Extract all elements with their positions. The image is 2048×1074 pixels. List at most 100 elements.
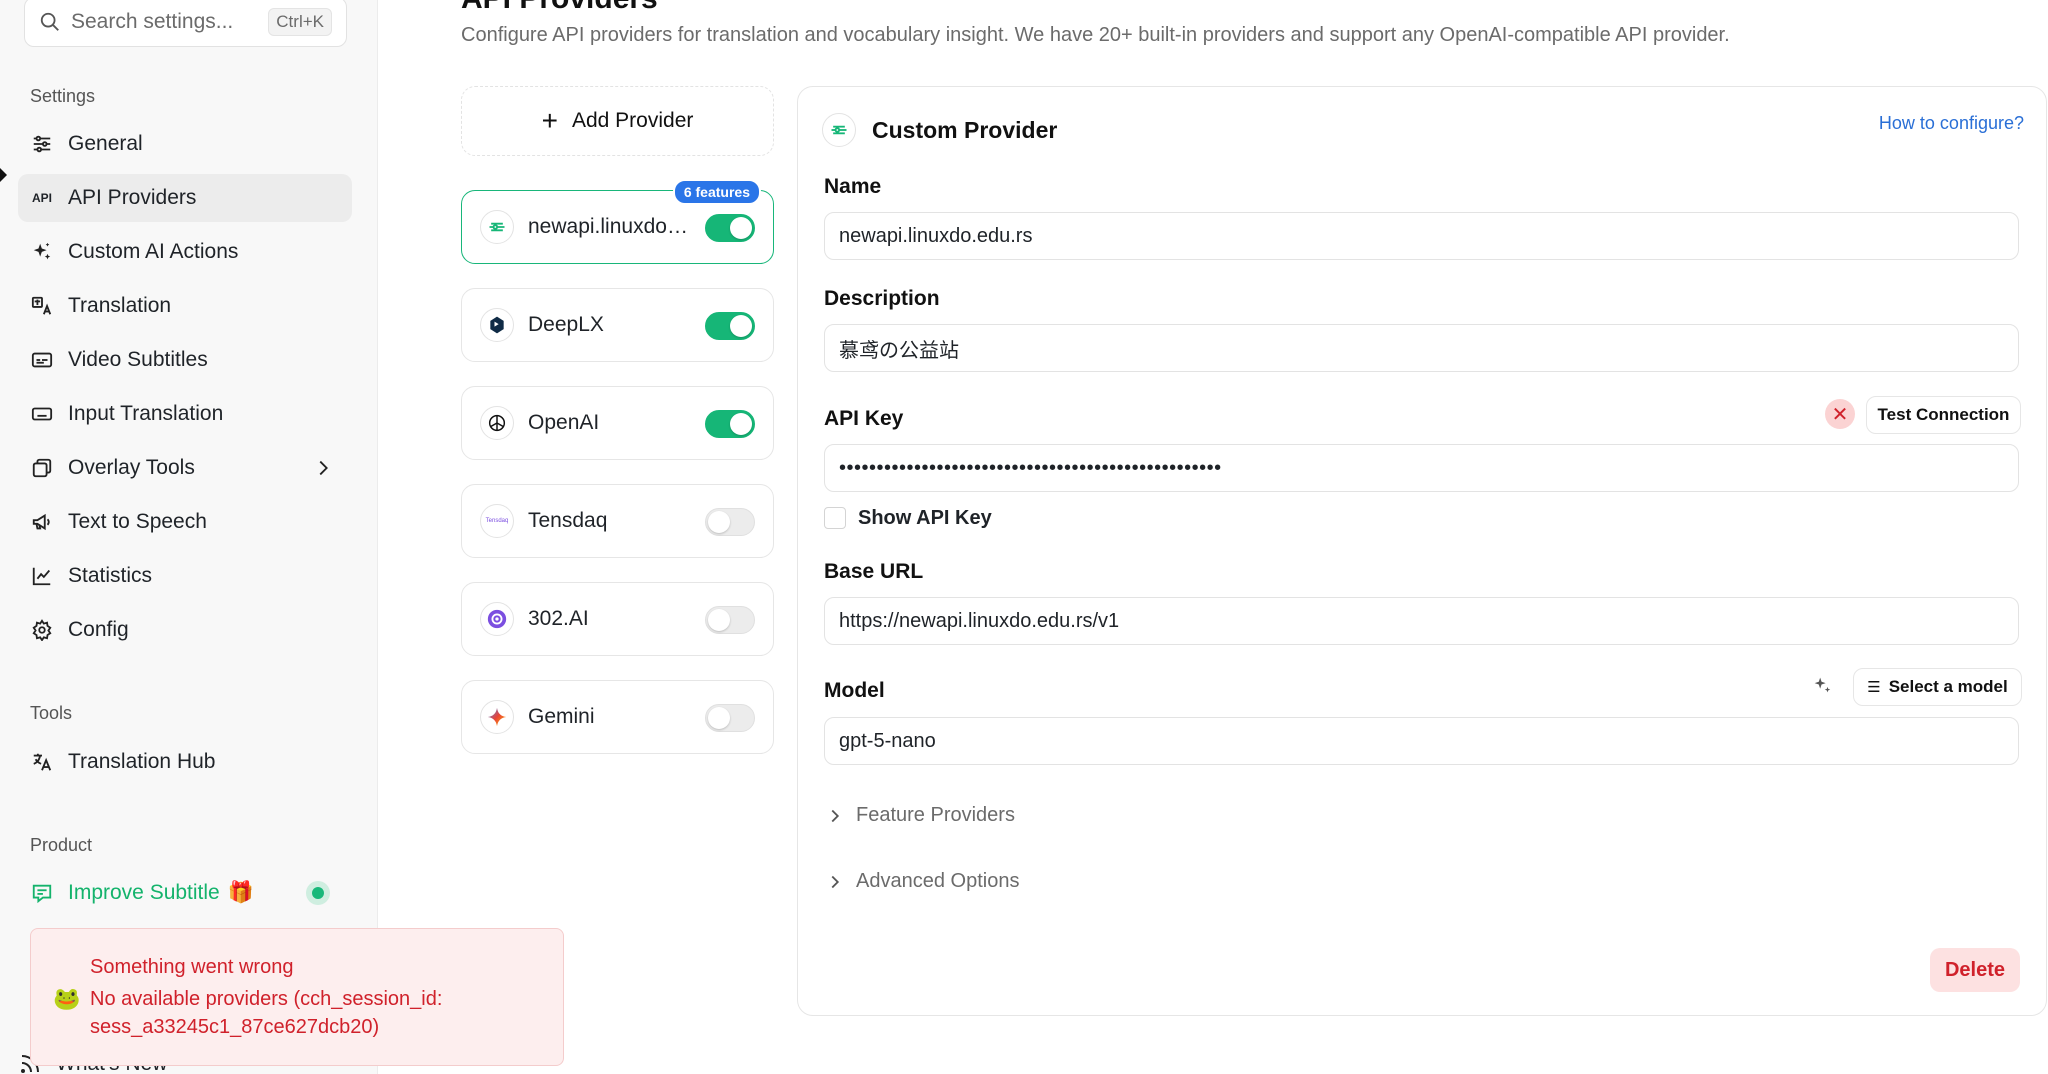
megaphone-icon [30, 510, 54, 534]
translate-hub-icon [30, 750, 54, 774]
provider-toggle[interactable] [705, 410, 755, 438]
sidebar-item-label: Overlay Tools [68, 456, 195, 479]
tools-section-title: Tools [30, 703, 73, 723]
base-url-label: Base URL [824, 560, 924, 583]
provider-name: newapi.linuxdo.edu.rs [528, 215, 693, 238]
302ai-icon [480, 602, 514, 636]
search-shortcut-badge: Ctrl+K [268, 8, 332, 36]
openai-icon [480, 406, 514, 440]
status-dot-icon [306, 881, 330, 905]
frog-icon: 🐸 [53, 986, 81, 1011]
provider-name: OpenAI [528, 411, 600, 434]
keyboard-icon [30, 402, 54, 426]
chevron-right-icon [831, 809, 840, 822]
sidebar-item-label: API Providers [68, 186, 197, 209]
chart-icon [30, 564, 54, 588]
select-model-label: Select a model [1888, 677, 2008, 696]
sidebar-item-input-translation[interactable]: Input Translation [18, 390, 352, 438]
gear-icon [30, 618, 54, 642]
search-input[interactable]: Search settings... [71, 10, 268, 34]
delete-button[interactable]: Delete [1930, 948, 2020, 992]
subtitles-icon [30, 348, 54, 372]
sidebar-item-api-providers[interactable]: API API Providers [18, 174, 352, 222]
provider-toggle[interactable] [705, 508, 755, 536]
sidebar-item-general[interactable]: General [18, 120, 352, 168]
sidebar-item-video-subtitles[interactable]: Video Subtitles [18, 336, 352, 384]
api-key-input[interactable]: ••••••••••••••••••••••••••••••••••••••••… [824, 444, 2019, 492]
search-icon [40, 12, 59, 31]
sidebar-item-improve-subtitle[interactable]: Improve Subtitle 🎁 [18, 869, 352, 917]
sidebar-item-custom-ai-actions[interactable]: Custom AI Actions [18, 228, 352, 276]
sidebar-item-text-to-speech[interactable]: Text to Speech [18, 498, 352, 546]
error-toast: 🐸 Something went wrong No available prov… [30, 928, 564, 1066]
provider-toggle[interactable] [705, 312, 755, 340]
description-input[interactable]: 慕鸢の公益站 [824, 324, 2019, 372]
sidebar-item-overlay-tools[interactable]: Overlay Tools [18, 444, 352, 492]
feature-providers-toggle[interactable]: Feature Providers [824, 804, 1015, 827]
ai-suggest-icon[interactable] [1811, 674, 1833, 696]
sidebar-item-config[interactable]: Config [18, 606, 352, 654]
search-box[interactable]: Search settings... Ctrl+K [24, 0, 347, 47]
gemini-icon [480, 700, 514, 734]
connection-failed-icon: ✕ [1825, 399, 1855, 429]
sidebar-item-label: Input Translation [68, 402, 224, 425]
provider-name: Tensdaq [528, 509, 608, 532]
settings-section-title: Settings [30, 86, 96, 106]
show-api-key-label[interactable]: Show API Key [858, 507, 992, 530]
translate-icon [30, 294, 54, 318]
sidebar-item-label: Translation [68, 294, 172, 317]
sidebar-item-label: Statistics [68, 564, 153, 587]
test-connection-button[interactable]: Test Connection [1866, 396, 2021, 434]
name-input[interactable]: newapi.linuxdo.edu.rs [824, 212, 2019, 260]
layers-icon [30, 456, 54, 480]
provider-card-gemini[interactable]: Gemini [461, 680, 774, 754]
sidebar-item-label: General [68, 132, 143, 155]
show-api-key-checkbox[interactable] [824, 507, 846, 529]
provider-card-newapi[interactable]: 6 features newapi.linuxdo.edu.rs [461, 179, 774, 264]
toast-title: Something went wrong [90, 956, 294, 978]
provider-card-tensdaq[interactable]: Tensdaq Tensdaq [461, 484, 774, 558]
how-to-configure-link[interactable]: How to configure? [1879, 113, 2024, 134]
sidebar: Search settings... Ctrl+K Settings Gener… [0, 0, 564, 1074]
toast-message: No available providers (cch_session_id: … [90, 988, 443, 1038]
chevron-right-icon [319, 460, 328, 476]
add-provider-button[interactable]: + Add Provider [461, 86, 774, 156]
model-input[interactable]: gpt-5-nano [824, 717, 2019, 765]
collapse-handle-icon[interactable] [0, 168, 7, 182]
features-badge: 6 features [672, 179, 761, 205]
feature-providers-label: Feature Providers [856, 804, 1015, 826]
provider-card-302ai[interactable]: 302.AI [461, 582, 774, 656]
page-description: Configure API providers for translation … [461, 24, 1730, 46]
select-model-button[interactable]: ☰ Select a model [1853, 668, 2022, 706]
detail-title: Custom Provider [872, 117, 1058, 143]
sidebar-item-label: Translation Hub [68, 750, 216, 773]
custom-provider-icon [822, 113, 856, 147]
provider-card-deeplx[interactable]: DeepLX [461, 288, 774, 362]
advanced-options-label: Advanced Options [856, 870, 1020, 892]
plus-icon: + [541, 105, 558, 136]
sidebar-item-label: Text to Speech [68, 510, 207, 533]
gift-icon: 🎁 [227, 881, 254, 904]
sidebar-item-translation[interactable]: Translation [18, 282, 352, 330]
api-key-label: API Key [824, 407, 904, 430]
name-label: Name [824, 175, 882, 198]
sidebar-item-label: Config [68, 618, 129, 641]
provider-card-openai[interactable]: OpenAI [461, 386, 774, 460]
sidebar-item-label: Video Subtitles [68, 348, 208, 371]
custom-provider-icon [480, 210, 514, 244]
sidebar-item-statistics[interactable]: Statistics [18, 552, 352, 600]
model-label: Model [824, 679, 885, 702]
product-section-title: Product [30, 835, 93, 855]
deeplx-icon [480, 308, 514, 342]
sidebar-item-translation-hub[interactable]: Translation Hub [18, 738, 352, 786]
sidebar-item-label: Improve Subtitle [68, 881, 220, 904]
provider-toggle[interactable] [705, 214, 755, 242]
base-url-input[interactable]: https://newapi.linuxdo.edu.rs/v1 [824, 597, 2019, 645]
provider-name: Gemini [528, 705, 595, 728]
description-label: Description [824, 287, 940, 310]
advanced-options-toggle[interactable]: Advanced Options [824, 870, 1019, 893]
provider-toggle[interactable] [705, 606, 755, 634]
provider-toggle[interactable] [705, 704, 755, 732]
sliders-icon [30, 132, 54, 156]
page-title: API Providers [461, 0, 658, 16]
